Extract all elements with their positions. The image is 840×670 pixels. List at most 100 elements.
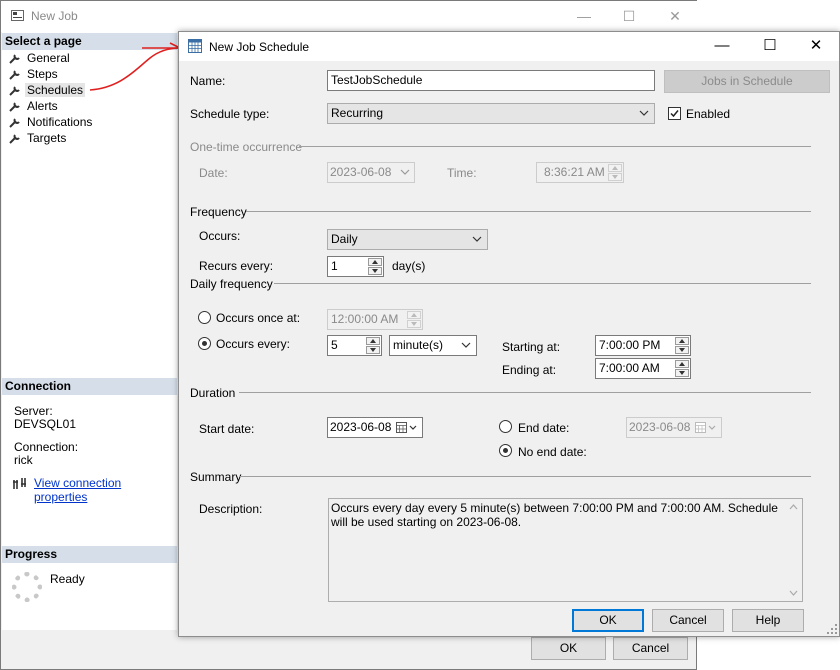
- server-value: DEVSQL01: [14, 417, 77, 431]
- spin-buttons[interactable]: [368, 258, 382, 275]
- starting-at-label: Starting at:: [502, 340, 561, 354]
- enabled-label: Enabled: [686, 107, 731, 121]
- ending-at-value: 7:00:00 AM: [599, 361, 660, 375]
- occurs-once-time-value: 12:00:00 AM: [331, 312, 399, 326]
- occurs-once-radio[interactable]: [198, 311, 211, 324]
- occurs-every-spinner[interactable]: 5: [327, 335, 382, 356]
- description-label: Description:: [199, 502, 263, 516]
- dialog-titlebar: New Job Schedule — ☐ ✕: [179, 32, 839, 61]
- progress-header: Progress: [2, 546, 177, 563]
- schedule-type-select[interactable]: Recurring: [327, 103, 655, 124]
- description-scrollbar[interactable]: [785, 499, 802, 601]
- progress-spinner-icon: [12, 572, 42, 602]
- spin-buttons[interactable]: [366, 337, 380, 354]
- resize-grip-icon[interactable]: [827, 624, 837, 634]
- page-item-targets[interactable]: Targets: [9, 131, 66, 146]
- no-end-date-radio[interactable]: [499, 444, 512, 457]
- starting-at-spinner[interactable]: 7:00:00 PM: [595, 335, 691, 356]
- new-job-cancel-button[interactable]: Cancel: [613, 637, 688, 660]
- duration-header: Duration: [190, 386, 236, 400]
- dialog-title: New Job Schedule: [209, 40, 310, 54]
- description-text: Occurs every day every 5 minute(s) betwe…: [331, 501, 778, 529]
- one-time-date-picker[interactable]: 2023-06-08: [327, 162, 415, 183]
- calendar-dropdown-icon: [695, 422, 716, 433]
- wrench-icon: [9, 54, 20, 64]
- minimize-icon[interactable]: —: [574, 7, 594, 25]
- checkmark-icon: [670, 110, 679, 118]
- maximize-icon[interactable]: ☐: [619, 7, 639, 25]
- spin-buttons[interactable]: [608, 164, 622, 181]
- ok-button[interactable]: OK: [572, 609, 644, 632]
- occurs-every-radio[interactable]: [198, 337, 211, 350]
- annotation-arrow: [89, 42, 181, 91]
- occurs-every-unit-select[interactable]: minute(s): [389, 335, 477, 356]
- help-button[interactable]: Help: [732, 609, 804, 632]
- name-label: Name:: [190, 74, 226, 88]
- page-item-steps[interactable]: Steps: [9, 67, 58, 82]
- section-divider: [299, 146, 811, 147]
- jobs-in-schedule-button[interactable]: Jobs in Schedule: [664, 70, 830, 93]
- summary-header: Summary: [190, 470, 242, 484]
- window-icon: [11, 10, 24, 21]
- ending-at-spinner[interactable]: 7:00:00 AM: [595, 358, 691, 379]
- page-label: General: [27, 51, 70, 65]
- section-divider: [239, 476, 811, 477]
- page-label: Schedules: [25, 83, 86, 97]
- end-date-value: 2023-06-08: [629, 420, 691, 434]
- end-date-label: End date:: [518, 421, 570, 435]
- page-label: Targets: [27, 131, 67, 145]
- spin-buttons[interactable]: [675, 337, 689, 354]
- new-job-ok-button[interactable]: OK: [531, 637, 606, 660]
- start-date-picker[interactable]: 2023-06-08: [327, 417, 423, 438]
- view-connection-properties-link[interactable]: View connection properties: [34, 476, 177, 504]
- scroll-down-icon: [789, 590, 798, 596]
- occurs-select[interactable]: Daily: [327, 229, 488, 250]
- page-item-schedules[interactable]: Schedules: [9, 83, 86, 98]
- page-item-alerts[interactable]: Alerts: [9, 99, 58, 114]
- schedule-type-label: Schedule type:: [190, 107, 270, 121]
- one-time-date-value: 2023-06-08: [330, 165, 392, 179]
- page-item-general[interactable]: General: [9, 51, 70, 66]
- enabled-checkbox[interactable]: [668, 107, 681, 120]
- spin-buttons[interactable]: [675, 360, 689, 377]
- daily-frequency-header: Daily frequency: [190, 277, 273, 291]
- section-divider: [246, 211, 811, 212]
- dialog-maximize-icon[interactable]: ☐: [757, 36, 783, 56]
- close-icon[interactable]: ✕: [665, 7, 685, 25]
- scroll-up-icon: [789, 504, 798, 510]
- name-field[interactable]: TestJobSchedule: [327, 70, 655, 91]
- chevron-down-icon: [461, 342, 471, 348]
- chevron-down-icon: [472, 236, 482, 242]
- calendar-dropdown-icon: [396, 422, 417, 433]
- one-time-time-label: Time:: [447, 166, 477, 180]
- wrench-icon: [9, 70, 20, 80]
- wrench-icon: [9, 102, 20, 112]
- dialog-close-icon[interactable]: ✕: [803, 36, 829, 56]
- starting-at-value: 7:00:00 PM: [599, 338, 661, 352]
- recurs-every-spinner[interactable]: 1: [327, 256, 384, 277]
- chevron-down-icon: [639, 110, 649, 116]
- occurs-value: Daily: [331, 232, 358, 246]
- occurs-once-time-spinner[interactable]: 12:00:00 AM: [327, 309, 423, 330]
- end-date-radio[interactable]: [499, 420, 512, 433]
- cancel-button[interactable]: Cancel: [652, 609, 724, 632]
- ending-at-label: Ending at:: [502, 363, 557, 377]
- end-date-picker[interactable]: 2023-06-08: [626, 417, 722, 438]
- one-time-date-label: Date:: [199, 166, 228, 180]
- one-time-time-spinner[interactable]: 8:36:21 AM: [536, 162, 624, 183]
- connection-value: rick: [14, 453, 33, 467]
- section-divider: [239, 392, 811, 393]
- chevron-down-icon: [400, 169, 410, 175]
- occurs-once-label: Occurs once at:: [216, 311, 301, 325]
- page-item-notifications[interactable]: Notifications: [9, 115, 92, 130]
- new-job-titlebar: New Job — ☐ ✕: [1, 1, 698, 32]
- spin-buttons[interactable]: [407, 311, 421, 328]
- occurs-every-unit-value: minute(s): [393, 338, 444, 352]
- one-time-occurrence-header: One-time occurrence: [190, 140, 303, 154]
- connection-header: Connection: [2, 378, 177, 395]
- dialog-minimize-icon[interactable]: —: [709, 36, 735, 56]
- new-job-title: New Job: [31, 9, 78, 23]
- recurs-every-value: 1: [331, 259, 338, 273]
- schedule-type-value: Recurring: [331, 106, 384, 120]
- description-textbox[interactable]: Occurs every day every 5 minute(s) betwe…: [328, 498, 803, 602]
